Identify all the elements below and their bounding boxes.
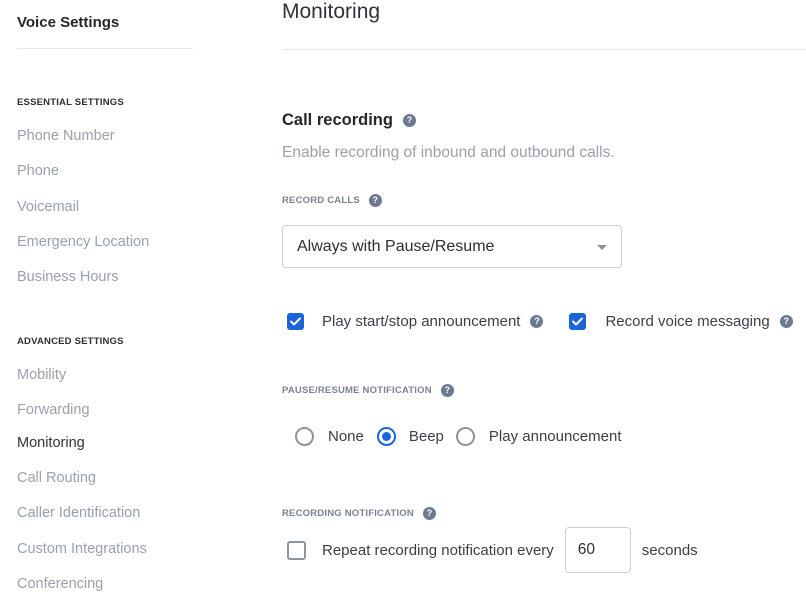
pause-resume-notification-label-text: PAUSE/RESUME NOTIFICATION	[282, 385, 432, 396]
sidebar-item-business-hours[interactable]: Business Hours	[17, 269, 119, 285]
help-icon[interactable]: ?	[402, 114, 416, 127]
help-icon[interactable]: ?	[368, 194, 382, 207]
sidebar-item-conferencing[interactable]: Conferencing	[17, 576, 103, 592]
repeat-notification-label[interactable]: Repeat recording notification every	[322, 542, 554, 559]
sidebar-item-call-routing[interactable]: Call Routing	[17, 470, 96, 486]
radio-beep-label[interactable]: Beep	[409, 428, 444, 445]
radio-selected-dot	[381, 432, 391, 441]
recording-options-row: Play start/stop announcement ? Record vo…	[282, 313, 793, 330]
sidebar-item-monitoring[interactable]: Monitoring	[17, 435, 85, 451]
sidebar: Voice Settings ESSENTIAL SETTINGS Phone …	[0, 0, 200, 602]
record-calls-label: RECORD CALLS ?	[282, 194, 382, 207]
radio-play-announcement-label[interactable]: Play announcement	[489, 428, 622, 445]
checkmark-icon	[290, 317, 301, 326]
play-announcement-checkbox[interactable]	[287, 313, 304, 330]
checkmark-icon	[572, 317, 584, 326]
sidebar-item-voicemail[interactable]: Voicemail	[17, 199, 79, 215]
record-voice-messaging-checkbox[interactable]	[569, 313, 587, 330]
sidebar-section-advanced: ADVANCED SETTINGS	[17, 336, 124, 347]
record-calls-selected-value: Always with Pause/Resume	[297, 237, 495, 255]
help-icon[interactable]: ?	[779, 315, 793, 328]
help-icon[interactable]: ?	[422, 507, 436, 520]
chevron-down-icon	[597, 245, 607, 250]
sidebar-item-mobility[interactable]: Mobility	[17, 367, 66, 383]
seconds-label: seconds	[641, 541, 698, 559]
call-recording-title: Call recording	[282, 111, 393, 129]
recording-notification-label-text: RECORDING NOTIFICATION	[282, 508, 414, 519]
page-title: Monitoring	[282, 0, 381, 23]
sidebar-item-emergency-location[interactable]: Emergency Location	[17, 234, 149, 250]
pause-resume-notification-label: PAUSE/RESUME NOTIFICATION ?	[282, 384, 454, 397]
radio-beep[interactable]	[376, 427, 396, 446]
sidebar-item-phone[interactable]: Phone	[17, 163, 59, 179]
record-voice-messaging-label[interactable]: Record voice messaging	[605, 313, 769, 330]
sidebar-divider	[17, 48, 193, 49]
call-recording-heading: Call recording ?	[282, 111, 416, 130]
call-recording-description: Enable recording of inbound and outbound…	[282, 144, 615, 161]
play-announcement-label[interactable]: Play start/stop announcement	[322, 313, 520, 330]
sidebar-item-caller-identification[interactable]: Caller Identification	[17, 505, 140, 521]
repeat-notification-checkbox[interactable]	[287, 540, 306, 560]
radio-play-announcement[interactable]	[455, 427, 475, 446]
pause-resume-radio-group: None Beep Play announcement	[282, 427, 622, 446]
record-calls-select[interactable]: Always with Pause/Resume	[282, 225, 622, 268]
main-content: Monitoring Call recording ? Enable recor…	[282, 0, 806, 602]
header-divider	[282, 49, 806, 50]
help-icon[interactable]: ?	[530, 315, 544, 328]
help-icon[interactable]: ?	[440, 384, 454, 397]
recording-notification-label: RECORDING NOTIFICATION ?	[282, 507, 436, 520]
sidebar-item-forwarding[interactable]: Forwarding	[17, 402, 90, 418]
radio-none-label[interactable]: None	[328, 428, 364, 445]
sidebar-section-essential: ESSENTIAL SETTINGS	[17, 97, 124, 108]
repeat-notification-row: Repeat recording notification every seco…	[282, 527, 698, 573]
sidebar-item-phone-number[interactable]: Phone Number	[17, 128, 115, 144]
sidebar-item-custom-integrations[interactable]: Custom Integrations	[17, 541, 147, 557]
radio-none[interactable]	[295, 427, 314, 446]
notification-interval-input[interactable]	[564, 527, 631, 573]
record-calls-label-text: RECORD CALLS	[282, 195, 360, 206]
sidebar-title: Voice Settings	[17, 14, 120, 31]
